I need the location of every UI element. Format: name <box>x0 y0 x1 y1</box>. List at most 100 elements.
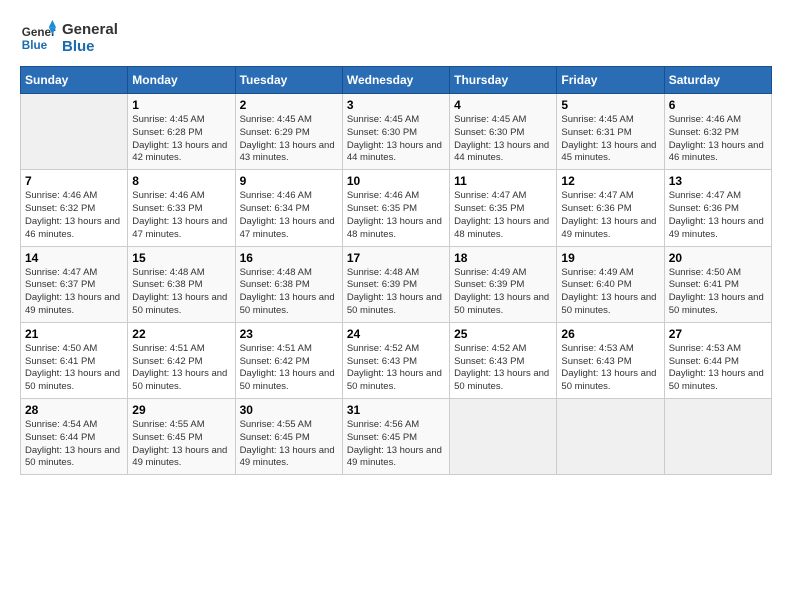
calendar-cell: 13 Sunrise: 4:47 AMSunset: 6:36 PMDayligh… <box>664 170 771 246</box>
day-number: 17 <box>347 251 445 265</box>
day-number: 10 <box>347 174 445 188</box>
calendar-cell: 4 Sunrise: 4:45 AMSunset: 6:30 PMDaylight… <box>450 94 557 170</box>
calendar-cell <box>557 399 664 475</box>
day-info: Sunrise: 4:49 AMSunset: 6:40 PMDaylight:… <box>561 267 659 318</box>
calendar-week-row: 21Sunrise: 4:50 AMSunset: 6:41 PMDayligh… <box>21 322 772 398</box>
day-number: 3 <box>347 98 445 112</box>
day-number: 14 <box>25 251 123 265</box>
calendar-cell: 24 Sunrise: 4:52 AMSunset: 6:43 PMDayligh… <box>342 322 449 398</box>
day-number: 18 <box>454 251 552 265</box>
calendar-cell: 15 Sunrise: 4:48 AMSunset: 6:38 PMDayligh… <box>128 246 235 322</box>
day-number: 11 <box>454 174 552 188</box>
day-number: 5 <box>561 98 659 112</box>
calendar-cell: 12Sunrise: 4:47 AMSunset: 6:36 PMDayligh… <box>557 170 664 246</box>
day-info: Sunrise: 4:45 AMSunset: 6:28 PMDaylight:… <box>132 114 230 165</box>
calendar-cell: 10 Sunrise: 4:46 AMSunset: 6:35 PMDayligh… <box>342 170 449 246</box>
calendar-cell <box>664 399 771 475</box>
calendar-cell: 23 Sunrise: 4:51 AMSunset: 6:42 PMDayligh… <box>235 322 342 398</box>
day-info: Sunrise: 4:48 AMSunset: 6:38 PMDaylight:… <box>240 267 338 318</box>
day-number: 26 <box>561 327 659 341</box>
calendar-week-row: 1 Sunrise: 4:45 AMSunset: 6:28 PMDaylight… <box>21 94 772 170</box>
calendar-cell <box>450 399 557 475</box>
day-number: 22 <box>132 327 230 341</box>
day-number: 2 <box>240 98 338 112</box>
day-info: Sunrise: 4:45 AMSunset: 6:30 PMDaylight:… <box>454 114 552 165</box>
day-number: 15 <box>132 251 230 265</box>
calendar-cell: 26 Sunrise: 4:53 AMSunset: 6:43 PMDayligh… <box>557 322 664 398</box>
calendar-cell: 14 Sunrise: 4:47 AMSunset: 6:37 PMDayligh… <box>21 246 128 322</box>
svg-text:Blue: Blue <box>22 39 48 52</box>
calendar-cell: 25 Sunrise: 4:52 AMSunset: 6:43 PMDayligh… <box>450 322 557 398</box>
day-number: 9 <box>240 174 338 188</box>
calendar-cell: 17 Sunrise: 4:48 AMSunset: 6:39 PMDayligh… <box>342 246 449 322</box>
weekday-header-thursday: Thursday <box>450 67 557 94</box>
day-info: Sunrise: 4:54 AMSunset: 6:44 PMDaylight:… <box>25 419 123 470</box>
calendar-cell: 16 Sunrise: 4:48 AMSunset: 6:38 PMDayligh… <box>235 246 342 322</box>
day-info: Sunrise: 4:52 AMSunset: 6:43 PMDaylight:… <box>454 343 552 394</box>
day-number: 30 <box>240 403 338 417</box>
day-info: Sunrise: 4:55 AMSunset: 6:45 PMDaylight:… <box>240 419 338 470</box>
weekday-header-sunday: Sunday <box>21 67 128 94</box>
logo-blue: Blue <box>62 38 118 55</box>
calendar-week-row: 28 Sunrise: 4:54 AMSunset: 6:44 PMDayligh… <box>21 399 772 475</box>
calendar-cell: 18Sunrise: 4:49 AMSunset: 6:39 PMDayligh… <box>450 246 557 322</box>
calendar-cell: 5 Sunrise: 4:45 AMSunset: 6:31 PMDaylight… <box>557 94 664 170</box>
weekday-header-wednesday: Wednesday <box>342 67 449 94</box>
day-number: 24 <box>347 327 445 341</box>
calendar-cell: 27 Sunrise: 4:53 AMSunset: 6:44 PMDayligh… <box>664 322 771 398</box>
day-info: Sunrise: 4:46 AMSunset: 6:32 PMDaylight:… <box>669 114 767 165</box>
calendar-cell: 30 Sunrise: 4:55 AMSunset: 6:45 PMDayligh… <box>235 399 342 475</box>
logo: General Blue General Blue <box>20 20 118 56</box>
day-number: 19 <box>561 251 659 265</box>
calendar-cell: 3Sunrise: 4:45 AMSunset: 6:30 PMDaylight… <box>342 94 449 170</box>
day-info: Sunrise: 4:46 AMSunset: 6:34 PMDaylight:… <box>240 190 338 241</box>
calendar-cell: 19 Sunrise: 4:49 AMSunset: 6:40 PMDayligh… <box>557 246 664 322</box>
calendar-cell: 2 Sunrise: 4:45 AMSunset: 6:29 PMDaylight… <box>235 94 342 170</box>
weekday-header-tuesday: Tuesday <box>235 67 342 94</box>
day-number: 21 <box>25 327 123 341</box>
calendar-cell: 22Sunrise: 4:51 AMSunset: 6:42 PMDayligh… <box>128 322 235 398</box>
weekday-header-row: SundayMondayTuesdayWednesdayThursdayFrid… <box>21 67 772 94</box>
calendar-cell: 11Sunrise: 4:47 AMSunset: 6:35 PMDayligh… <box>450 170 557 246</box>
day-number: 4 <box>454 98 552 112</box>
day-number: 27 <box>669 327 767 341</box>
logo-general: General <box>62 21 118 38</box>
day-info: Sunrise: 4:48 AMSunset: 6:38 PMDaylight:… <box>132 267 230 318</box>
logo-icon: General Blue <box>20 20 56 56</box>
calendar-cell: 29Sunrise: 4:55 AMSunset: 6:45 PMDayligh… <box>128 399 235 475</box>
day-number: 23 <box>240 327 338 341</box>
calendar-week-row: 7Sunrise: 4:46 AMSunset: 6:32 PMDaylight… <box>21 170 772 246</box>
weekday-header-saturday: Saturday <box>664 67 771 94</box>
day-number: 16 <box>240 251 338 265</box>
day-info: Sunrise: 4:46 AMSunset: 6:33 PMDaylight:… <box>132 190 230 241</box>
day-info: Sunrise: 4:50 AMSunset: 6:41 PMDaylight:… <box>669 267 767 318</box>
day-info: Sunrise: 4:45 AMSunset: 6:31 PMDaylight:… <box>561 114 659 165</box>
calendar-cell: 20Sunrise: 4:50 AMSunset: 6:41 PMDayligh… <box>664 246 771 322</box>
page-header: General Blue General Blue <box>20 20 772 56</box>
day-info: Sunrise: 4:52 AMSunset: 6:43 PMDaylight:… <box>347 343 445 394</box>
calendar-cell: 28 Sunrise: 4:54 AMSunset: 6:44 PMDayligh… <box>21 399 128 475</box>
day-info: Sunrise: 4:46 AMSunset: 6:32 PMDaylight:… <box>25 190 123 241</box>
day-info: Sunrise: 4:48 AMSunset: 6:39 PMDaylight:… <box>347 267 445 318</box>
calendar-cell: 7Sunrise: 4:46 AMSunset: 6:32 PMDaylight… <box>21 170 128 246</box>
calendar-cell: 8Sunrise: 4:46 AMSunset: 6:33 PMDaylight… <box>128 170 235 246</box>
day-info: Sunrise: 4:46 AMSunset: 6:35 PMDaylight:… <box>347 190 445 241</box>
day-number: 25 <box>454 327 552 341</box>
calendar-cell: 9 Sunrise: 4:46 AMSunset: 6:34 PMDaylight… <box>235 170 342 246</box>
day-info: Sunrise: 4:51 AMSunset: 6:42 PMDaylight:… <box>240 343 338 394</box>
day-info: Sunrise: 4:56 AMSunset: 6:45 PMDaylight:… <box>347 419 445 470</box>
calendar-cell: 31Sunrise: 4:56 AMSunset: 6:45 PMDayligh… <box>342 399 449 475</box>
calendar-cell: 6Sunrise: 4:46 AMSunset: 6:32 PMDaylight… <box>664 94 771 170</box>
day-number: 28 <box>25 403 123 417</box>
day-info: Sunrise: 4:55 AMSunset: 6:45 PMDaylight:… <box>132 419 230 470</box>
day-number: 1 <box>132 98 230 112</box>
day-info: Sunrise: 4:47 AMSunset: 6:37 PMDaylight:… <box>25 267 123 318</box>
day-info: Sunrise: 4:45 AMSunset: 6:29 PMDaylight:… <box>240 114 338 165</box>
day-info: Sunrise: 4:53 AMSunset: 6:44 PMDaylight:… <box>669 343 767 394</box>
day-number: 12 <box>561 174 659 188</box>
day-info: Sunrise: 4:53 AMSunset: 6:43 PMDaylight:… <box>561 343 659 394</box>
calendar-table: SundayMondayTuesdayWednesdayThursdayFrid… <box>20 66 772 475</box>
calendar-cell: 1 Sunrise: 4:45 AMSunset: 6:28 PMDaylight… <box>128 94 235 170</box>
day-info: Sunrise: 4:47 AMSunset: 6:36 PMDaylight:… <box>669 190 767 241</box>
day-number: 13 <box>669 174 767 188</box>
